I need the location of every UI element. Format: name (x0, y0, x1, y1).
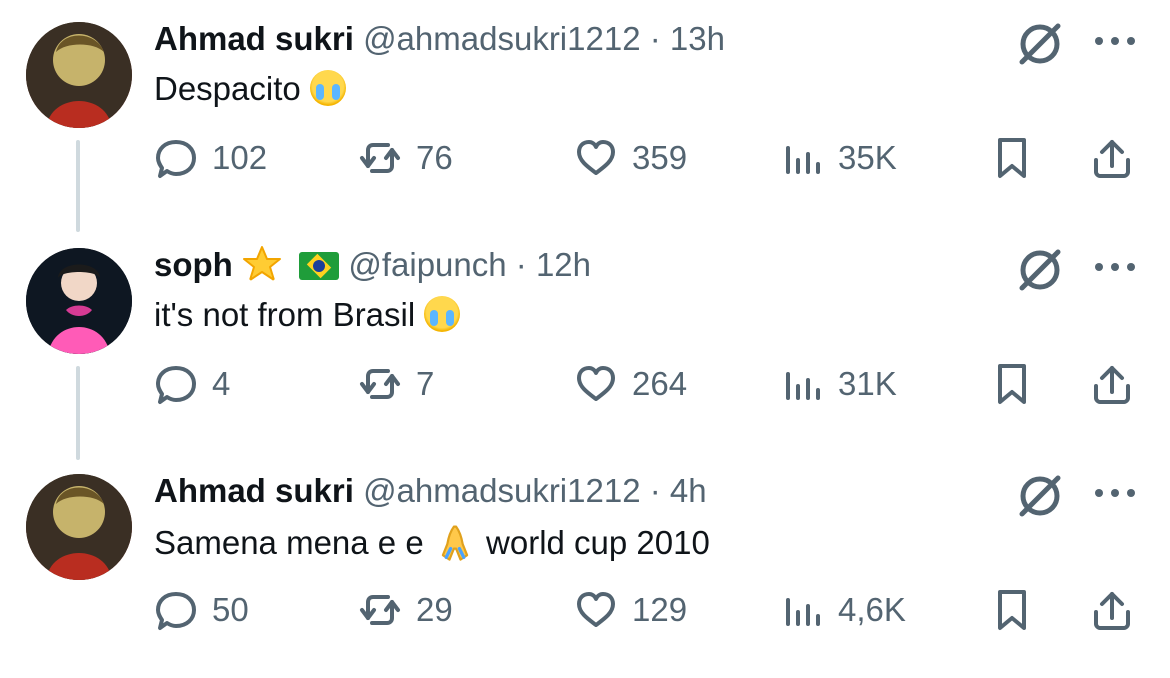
more-icon[interactable] (1092, 258, 1138, 276)
tweet-1[interactable]: Ahmad sukri @ahmadsukri1212 · 13h Despac… (0, 0, 1170, 226)
author-name[interactable]: Ahmad sukri (154, 472, 354, 509)
bookmark-icon[interactable] (990, 362, 1034, 406)
tweet-header: Ahmad sukri @ahmadsukri1212 · 13h (154, 18, 725, 60)
crying-emoji (424, 296, 461, 332)
crying-emoji (309, 70, 346, 106)
reply-count: 4 (212, 365, 231, 402)
views-icon (786, 146, 820, 174)
timestamp[interactable]: 13h (670, 20, 725, 57)
views-icon (786, 598, 820, 626)
like-button[interactable]: 129 (574, 582, 687, 638)
more-icon[interactable] (1092, 32, 1138, 50)
like-count: 359 (632, 139, 688, 176)
repost-icon (360, 595, 400, 625)
tweet-2[interactable]: soph @faipunch · 12h it's not from Brasi… (0, 226, 1170, 452)
tweet-text-content: Despacito (154, 70, 301, 107)
avatar[interactable] (26, 474, 132, 580)
bookmark-icon[interactable] (990, 136, 1034, 180)
star-emoji (243, 246, 281, 281)
avatar-art (26, 248, 132, 354)
tweet-text: Samena mena e e world cup 2010 (154, 520, 710, 564)
tweet-actions: 4 7 264 31K (0, 356, 1170, 416)
reply-button[interactable]: 102 (154, 130, 267, 186)
separator-dot: · (649, 20, 661, 57)
grok-icon[interactable] (1014, 18, 1066, 70)
reply-button[interactable]: 4 (154, 356, 230, 412)
repost-count: 76 (416, 139, 453, 176)
separator-dot: · (515, 246, 527, 283)
reply-icon (156, 592, 196, 630)
grok-icon[interactable] (1014, 470, 1066, 522)
separator-dot: · (649, 472, 661, 509)
tweet-text-continuation: world cup 2010 (486, 524, 710, 561)
tweet-3[interactable]: Ahmad sukri @ahmadsukri1212 · 4h Samena … (0, 452, 1170, 678)
repost-button[interactable]: 7 (358, 356, 434, 412)
like-button[interactable]: 359 (574, 130, 687, 186)
tweet-text-content: it's not from Brasil (154, 296, 416, 333)
views-button[interactable]: 31K (780, 356, 897, 412)
reply-icon (156, 366, 196, 404)
author-handle[interactable]: @faipunch (348, 246, 506, 283)
heart-icon (577, 366, 615, 401)
tweet-text: it's not from Brasil (154, 294, 461, 336)
reply-icon (156, 140, 196, 178)
views-button[interactable]: 4,6K (780, 582, 906, 638)
reply-button[interactable]: 50 (154, 582, 249, 638)
more-icon[interactable] (1092, 484, 1138, 502)
views-count: 4,6K (838, 591, 906, 628)
share-icon[interactable] (1090, 362, 1134, 406)
author-name[interactable]: Ahmad sukri (154, 20, 354, 57)
repost-count: 7 (416, 365, 435, 402)
timestamp[interactable]: 12h (536, 246, 591, 283)
tweet-text: Despacito (154, 68, 346, 110)
heart-icon (577, 140, 615, 175)
reply-count: 102 (212, 139, 268, 176)
praying-hands-emoji (441, 525, 469, 561)
brazil-flag (299, 252, 340, 280)
share-icon[interactable] (1090, 136, 1134, 180)
avatar-art (26, 22, 132, 128)
repost-icon (360, 143, 400, 173)
repost-button[interactable]: 29 (358, 582, 453, 638)
views-count: 35K (838, 139, 897, 176)
views-button[interactable]: 35K (780, 130, 897, 186)
tweet-actions: 50 29 129 4,6K (0, 582, 1170, 642)
like-button[interactable]: 264 (574, 356, 687, 412)
grok-icon[interactable] (1014, 244, 1066, 296)
heart-icon (577, 592, 615, 627)
avatar[interactable] (26, 22, 132, 128)
repost-icon (360, 369, 400, 399)
reply-count: 50 (212, 591, 249, 628)
repost-button[interactable]: 76 (358, 130, 453, 186)
tweet-header: Ahmad sukri @ahmadsukri1212 · 4h (154, 470, 707, 512)
like-count: 264 (632, 365, 688, 402)
avatar-art (26, 474, 132, 580)
tweet-text-content: Samena mena e e (154, 524, 424, 561)
views-count: 31K (838, 365, 897, 402)
avatar[interactable] (26, 248, 132, 354)
timestamp[interactable]: 4h (670, 472, 707, 509)
author-handle[interactable]: @ahmadsukri1212 (363, 20, 641, 57)
author-handle[interactable]: @ahmadsukri1212 (363, 472, 641, 509)
like-count: 129 (632, 591, 688, 628)
tweet-header: soph @faipunch · 12h (154, 244, 591, 286)
views-icon (786, 372, 820, 400)
share-icon[interactable] (1090, 588, 1134, 632)
author-name[interactable]: soph (154, 246, 233, 283)
tweet-actions: 102 76 359 35K (0, 130, 1170, 190)
bookmark-icon[interactable] (990, 588, 1034, 632)
repost-count: 29 (416, 591, 453, 628)
